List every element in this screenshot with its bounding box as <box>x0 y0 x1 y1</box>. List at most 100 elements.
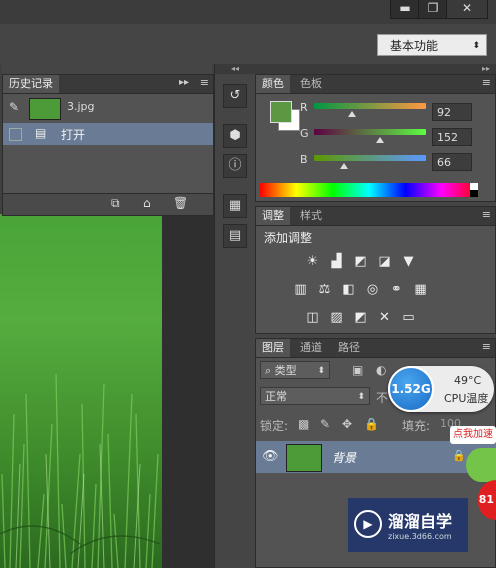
collapse-icon[interactable]: ▸▸ <box>255 64 496 74</box>
mascot-icon[interactable] <box>466 448 496 482</box>
cpu-monitor-widget[interactable]: 1.52G 49°C CPU温度 <box>388 366 494 412</box>
lock-position-icon[interactable]: ✥ <box>342 417 352 431</box>
history-brush-icon[interactable]: ✎ <box>9 100 19 114</box>
levels-icon[interactable]: ▟ <box>328 253 345 270</box>
canvas-pasteboard <box>162 214 214 568</box>
g-value-field[interactable]: 152 <box>432 128 472 146</box>
history-panel-icon[interactable]: ↺ <box>223 84 247 108</box>
expand-icon[interactable]: ◂◂ <box>215 64 255 74</box>
black-white-icon[interactable]: ◧ <box>340 281 357 298</box>
selective-color-icon[interactable]: ✕ <box>376 309 393 326</box>
tab-swatches[interactable]: 色板 <box>294 75 328 93</box>
panel-menu-icon[interactable]: ≡ <box>482 76 491 89</box>
color-spectrum-bar[interactable] <box>260 183 478 197</box>
layer-thumbnail <box>286 444 322 472</box>
cpu-temperature: 49°C <box>454 374 482 387</box>
minimize-button[interactable]: ▬ <box>390 0 420 19</box>
layer-row[interactable]: 👁 背景 🔒 <box>256 441 496 473</box>
r-slider[interactable] <box>314 103 426 109</box>
blend-mode-value: 正常 <box>265 390 287 403</box>
watermark-brand: 溜溜自学 <box>388 512 453 531</box>
r-label: R <box>300 101 308 114</box>
exposure-icon[interactable]: ◪ <box>376 253 393 270</box>
restore-button[interactable]: ❐ <box>418 0 448 19</box>
tab-color[interactable]: 颜色 <box>256 75 290 93</box>
properties-icon[interactable]: ▦ <box>223 194 247 218</box>
history-tab-row: 历史记录 ▸▸ ≡ <box>3 75 213 94</box>
threshold-icon[interactable]: ◩ <box>352 309 369 326</box>
b-slider[interactable] <box>314 155 426 161</box>
trash-icon[interactable]: 🗑 <box>173 196 188 210</box>
grass-texture <box>0 373 161 568</box>
color-balance-icon[interactable]: ⚖ <box>316 281 333 298</box>
history-item-label: 打开 <box>61 128 86 142</box>
spectrum-black-swatch[interactable] <box>470 190 478 197</box>
camera-icon[interactable]: ⌂ <box>143 196 151 210</box>
watermark-url: zixue.3d66.com <box>388 532 452 541</box>
photo-filter-icon[interactable]: ◎ <box>364 281 381 298</box>
tab-channels[interactable]: 通道 <box>294 339 328 357</box>
tab-adjustments[interactable]: 调整 <box>256 207 290 225</box>
g-slider[interactable] <box>314 129 426 135</box>
lock-label: 锁定: <box>260 419 289 433</box>
layer-lock-icon: 🔒 <box>452 449 466 462</box>
search-icon: ⌕ <box>265 364 272 377</box>
workspace-label: 基本功能 <box>390 39 439 53</box>
document-image[interactable] <box>0 214 162 568</box>
color-panel: 颜色 色板 ≡ R 92 G 152 B 66 <box>255 74 496 202</box>
b-value-field[interactable]: 66 <box>432 153 472 171</box>
b-slider-thumb[interactable] <box>340 163 348 169</box>
invert-icon[interactable]: ◫ <box>304 309 321 326</box>
panel-menu-icon[interactable]: ≡ <box>200 76 209 89</box>
brightness-contrast-icon[interactable]: ☀ <box>304 253 321 270</box>
panel-menu-icon[interactable]: ≡ <box>482 208 491 221</box>
history-snapshot-row[interactable]: ✎ 3.jpg <box>3 94 213 122</box>
r-value-field[interactable]: 92 <box>432 103 472 121</box>
history-footer: ⧉ ⌂ 🗑 <box>3 193 213 215</box>
curves-icon[interactable]: ◩ <box>352 253 369 270</box>
r-slider-thumb[interactable] <box>348 111 356 117</box>
chevron-updown-icon: ⬍ <box>317 366 325 376</box>
b-label: B <box>300 153 308 166</box>
tab-paths[interactable]: 路径 <box>332 339 366 357</box>
color-tab-row: 颜色 色板 ≡ <box>256 75 495 94</box>
3d-panel-icon[interactable]: ⬢ <box>223 124 247 148</box>
spectrum-white-swatch[interactable] <box>470 183 478 190</box>
eye-icon[interactable]: 👁 <box>262 449 279 464</box>
panel-menu-icon[interactable]: ≡ <box>482 340 491 353</box>
collapse-icon[interactable]: ▸▸ <box>179 77 189 88</box>
foreground-color-swatch[interactable] <box>270 101 292 123</box>
g-slider-thumb[interactable] <box>376 137 384 143</box>
channel-mixer-icon[interactable]: ⚭ <box>388 281 405 298</box>
opacity-label: 不 <box>376 391 389 405</box>
lock-image-icon[interactable]: ✎ <box>320 417 330 431</box>
new-document-from-state-icon[interactable]: ⧉ <box>111 196 120 211</box>
lock-all-icon[interactable]: 🔒 <box>364 417 379 431</box>
notes-icon[interactable]: ▤ <box>223 224 247 248</box>
memory-speed-indicator[interactable]: 1.52G <box>388 366 434 412</box>
tab-history[interactable]: 历史记录 <box>3 75 59 93</box>
gradient-map-icon[interactable]: ▭ <box>400 309 417 326</box>
layer-filter-value: 类型 <box>274 364 297 377</box>
posterize-icon[interactable]: ▨ <box>328 309 345 326</box>
close-button[interactable]: ✕ <box>446 0 488 19</box>
tab-styles[interactable]: 样式 <box>294 207 328 225</box>
promo-speedup-button[interactable]: 点我加速 <box>450 426 496 444</box>
pixel-filter-icon[interactable]: ▣ <box>352 363 363 377</box>
snapshot-thumbnail <box>29 98 61 120</box>
info-icon[interactable]: ⓘ <box>223 154 247 178</box>
color-lookup-icon[interactable]: ▦ <box>412 281 429 298</box>
workspace-switcher[interactable]: 基本功能 ⬍ <box>377 34 487 56</box>
blend-mode-select[interactable]: 正常 ⬍ <box>260 387 370 405</box>
hue-saturation-icon[interactable]: ▥ <box>292 281 309 298</box>
history-state-checkbox[interactable] <box>9 128 22 141</box>
lock-transparent-icon[interactable]: ▩ <box>298 417 309 431</box>
vibrance-icon[interactable]: ▼ <box>400 253 417 270</box>
history-item[interactable]: ▤ 打开 <box>3 123 213 145</box>
layer-filter-select[interactable]: ⌕ 类型 ⬍ <box>260 361 330 379</box>
adjustment-filter-icon[interactable]: ◐ <box>376 363 386 377</box>
history-panel: 历史记录 ▸▸ ≡ ✎ 3.jpg ▤ 打开 ⧉ ⌂ 🗑 <box>2 74 214 216</box>
layer-name: 背景 <box>332 451 357 465</box>
watermark: ▶ 溜溜自学 zixue.3d66.com <box>348 498 468 552</box>
tab-layers[interactable]: 图层 <box>256 339 290 357</box>
